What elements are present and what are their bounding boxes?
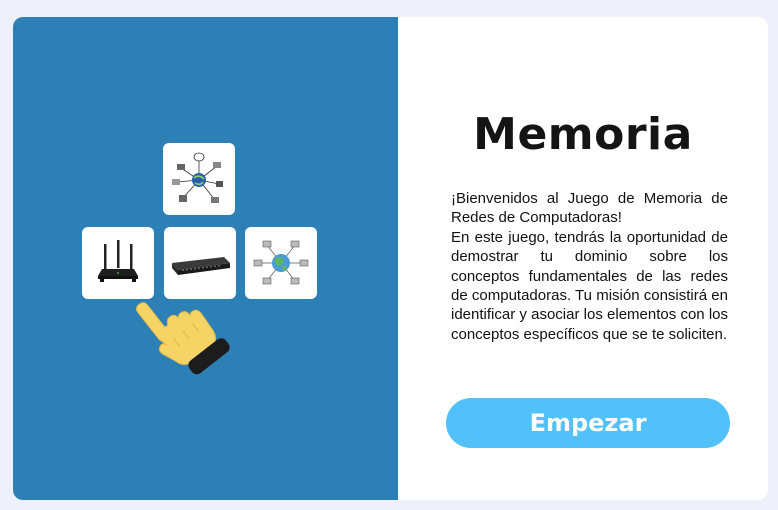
illustration-panel [13, 17, 398, 500]
wifi-router-icon [98, 240, 138, 282]
memory-card [245, 227, 317, 299]
welcome-text: ¡Bienvenidos al Juego de Memoria de Rede… [451, 190, 728, 227]
game-title: Memoria [473, 109, 693, 160]
game-description: ¡Bienvenidos al Juego de Memoria de Rede… [451, 189, 728, 344]
welcome-card: Memoria ¡Bienvenidos al Juego de Memoria… [13, 17, 768, 500]
memory-card [163, 143, 235, 215]
globe-network-icon [253, 240, 309, 285]
start-button[interactable]: Empezar [446, 398, 730, 448]
pointing-hand-icon [131, 285, 231, 390]
network-switch-icon [172, 257, 230, 275]
instructions-text: En este juego, tendrás la oportunidad de… [451, 228, 728, 343]
content-panel: Memoria ¡Bienvenidos al Juego de Memoria… [398, 17, 768, 500]
network-diagram-icon [172, 152, 223, 203]
